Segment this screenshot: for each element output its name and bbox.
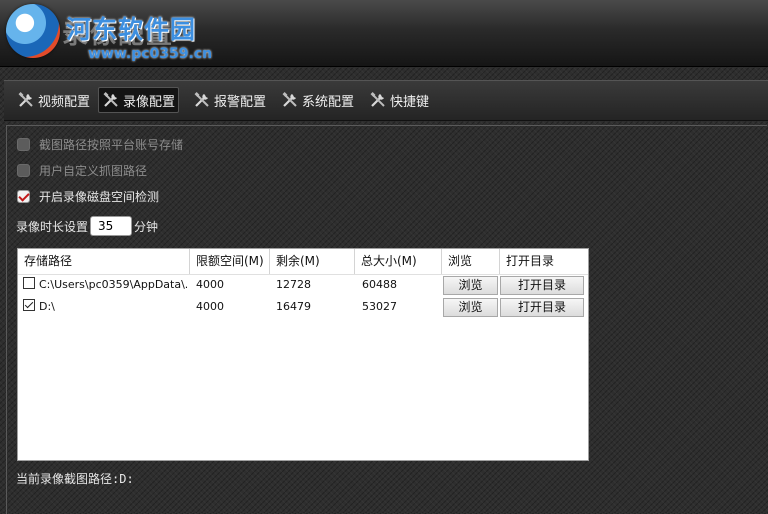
option-label: 开启录像磁盘空间检测 [39, 189, 160, 204]
tools-icon [282, 92, 297, 107]
browse-button[interactable]: 浏览 [443, 298, 498, 317]
cell-total: 53027 [362, 300, 397, 313]
table-row[interactable]: D:\ 4000 16479 53027 浏览 打开目录 [18, 296, 588, 318]
cell-total: 60488 [362, 278, 397, 291]
duration-label: 录像时长设置 [16, 219, 89, 234]
option-label: 截图路径按照平台账号存储 [39, 137, 184, 152]
column-header-browse[interactable]: 浏览 [442, 249, 500, 274]
tools-icon [103, 92, 118, 107]
column-header-total[interactable]: 总大小(M) [355, 249, 442, 274]
option-checkbox[interactable] [17, 137, 30, 151]
cell-quota: 4000 [196, 300, 224, 313]
column-header-open-dir[interactable]: 打开目录 [500, 249, 588, 274]
option-checkbox[interactable] [17, 189, 30, 203]
watermark-site-name: 河东软件园 [66, 15, 197, 44]
open-dir-button[interactable]: 打开目录 [500, 276, 584, 295]
tab-label: 快捷键 [390, 94, 430, 110]
tab-label: 录像配置 [123, 94, 176, 110]
tab-alarm-config[interactable]: 报警配置 [190, 87, 269, 113]
tab-shortcut-keys[interactable]: 快捷键 [366, 87, 432, 113]
column-header-remaining[interactable]: 剩余(M) [270, 249, 355, 274]
cell-remaining: 12728 [276, 278, 311, 291]
column-header-path[interactable]: 存储路径 [18, 249, 190, 274]
column-header-quota[interactable]: 限额空间(M) [190, 249, 270, 274]
tools-icon [18, 92, 33, 107]
tools-icon [370, 92, 385, 107]
tab-video-config[interactable]: 视频配置 [14, 87, 93, 113]
tab-label: 系统配置 [302, 94, 355, 110]
row-checkbox[interactable] [23, 277, 35, 289]
row-checkbox[interactable] [23, 299, 35, 311]
tools-icon [194, 92, 209, 107]
duration-unit: 分钟 [134, 219, 159, 234]
app-logo [6, 4, 60, 58]
option-label: 用户自定义抓图路径 [39, 163, 148, 178]
table-row[interactable]: C:\Users\pc0359\AppData\... 4000 12728 6… [18, 274, 588, 296]
storage-path-table: 存储路径 限额空间(M) 剩余(M) 总大小(M) 浏览 打开目录 C:\Use… [17, 248, 589, 461]
cell-path: D:\ [39, 300, 55, 313]
open-dir-button[interactable]: 打开目录 [500, 298, 584, 317]
watermark-url: www.pc0359.cn [88, 46, 213, 62]
tab-label: 视频配置 [38, 94, 91, 110]
option-screenshot-by-account[interactable]: 截图路径按照平台账号存储 [17, 135, 183, 153]
settings-tab-bar: 视频配置 录像配置 报警配置 系统配置 快捷键 [4, 80, 768, 121]
cell-quota: 4000 [196, 278, 224, 291]
current-path-status: 当前录像截图路径:D: [16, 472, 134, 486]
cell-remaining: 16479 [276, 300, 311, 313]
option-disk-space-check[interactable]: 开启录像磁盘空间检测 [17, 187, 159, 205]
cell-path: C:\Users\pc0359\AppData\... [39, 278, 187, 291]
browse-button[interactable]: 浏览 [443, 276, 498, 295]
option-custom-capture-path[interactable]: 用户自定义抓图路径 [17, 161, 147, 179]
title-bar: 录像配置 河东软件园 www.pc0359.cn [0, 0, 768, 67]
duration-input[interactable] [90, 216, 133, 236]
option-checkbox[interactable] [17, 163, 30, 177]
tab-system-config[interactable]: 系统配置 [278, 87, 357, 113]
tab-label: 报警配置 [214, 94, 267, 110]
tab-record-config[interactable]: 录像配置 [98, 87, 180, 113]
record-duration-row: 录像时长设置 分钟 [16, 216, 158, 236]
